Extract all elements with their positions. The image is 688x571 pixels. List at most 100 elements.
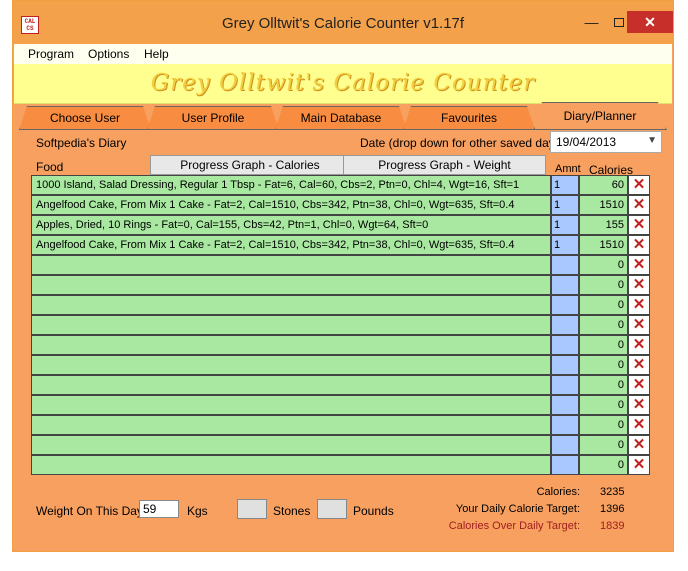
over-target-value: 1839 [600,520,625,532]
menu-options[interactable]: Options [88,47,129,61]
calories-cell: 0 [579,255,628,275]
minimize-button[interactable]: — [578,11,605,33]
amount-cell[interactable] [551,335,579,355]
tab-main-database[interactable]: Main Database [275,106,407,130]
table-row: Angelfood Cake, From Mix 1 Cake - Fat=2,… [31,195,650,215]
menu-program[interactable]: Program [28,47,74,61]
chevron-down-icon: ▼ [647,135,657,146]
tab-user-profile[interactable]: User Profile [147,106,279,130]
menu-bar: Program Options Help [14,44,672,64]
amount-cell[interactable] [551,415,579,435]
food-cell[interactable] [31,335,551,355]
progress-graph-weight-button[interactable]: Progress Graph - Weight [343,155,546,175]
app-banner: Grey Olltwit's Calorie Counter [14,64,672,104]
amount-cell[interactable] [551,295,579,315]
date-label: Date (drop down for other saved days): [360,136,569,150]
food-cell[interactable]: Apples, Dried, 10 Rings - Fat=0, Cal=155… [31,215,551,235]
amount-column-header: Amnt [555,163,581,175]
date-value: 19/04/2013 [556,135,617,149]
delete-row-icon[interactable]: ✕ [628,195,650,215]
table-row: 0 ✕ [31,355,650,375]
table-row: Apples, Dried, 10 Rings - Fat=0, Cal=155… [31,215,650,235]
date-dropdown[interactable]: 19/04/2013 ▼ [550,131,662,153]
daily-target-label: Your Daily Calorie Target: [455,503,580,515]
banner-title: Grey Olltwit's Calorie Counter [150,70,536,96]
close-button[interactable]: ✕ [627,11,673,33]
maximize-icon [613,18,624,27]
calories-cell: 0 [579,295,628,315]
weight-label: Weight On This Day: [36,504,147,518]
table-row: 0 ✕ [31,395,650,415]
delete-row-icon[interactable]: ✕ [628,295,650,315]
food-cell[interactable]: Angelfood Cake, From Mix 1 Cake - Fat=2,… [31,195,551,215]
amount-cell[interactable]: 1 [551,175,579,195]
table-row: Angelfood Cake, From Mix 1 Cake - Fat=2,… [31,235,650,255]
food-cell[interactable] [31,375,551,395]
amount-cell[interactable]: 1 [551,195,579,215]
delete-row-icon[interactable]: ✕ [628,315,650,335]
table-row: 0 ✕ [31,295,650,315]
close-icon: ✕ [644,14,656,30]
stones-label: Stones [273,504,311,518]
amount-cell[interactable] [551,275,579,295]
stones-button[interactable] [237,499,267,519]
amount-cell[interactable]: 1 [551,235,579,255]
table-row: 0 ✕ [31,435,650,455]
amount-cell[interactable]: 1 [551,215,579,235]
table-row: 0 ✕ [31,335,650,355]
delete-row-icon[interactable]: ✕ [628,395,650,415]
food-cell[interactable]: Angelfood Cake, From Mix 1 Cake - Fat=2,… [31,235,551,255]
client-area: Grey Olltwit's Calorie Counter Choose Us… [14,64,672,551]
food-cell[interactable] [31,255,551,275]
delete-row-icon[interactable]: ✕ [628,275,650,295]
calories-cell: 0 [579,375,628,395]
table-row: 0 ✕ [31,275,650,295]
delete-row-icon[interactable]: ✕ [628,175,650,195]
delete-row-icon[interactable]: ✕ [628,355,650,375]
daily-target-value: 1396 [600,503,625,515]
calories-cell: 0 [579,335,628,355]
total-calories-value: 3235 [600,486,625,498]
delete-row-icon[interactable]: ✕ [628,335,650,355]
amount-cell[interactable] [551,315,579,335]
amount-cell[interactable] [551,395,579,415]
pounds-label: Pounds [353,504,394,518]
food-cell[interactable] [31,295,551,315]
amount-cell[interactable] [551,255,579,275]
delete-row-icon[interactable]: ✕ [628,375,650,395]
tab-favourites[interactable]: Favourites [403,106,535,130]
calories-cell: 0 [579,455,628,475]
amount-cell[interactable] [551,455,579,475]
table-row: 0 ✕ [31,315,650,335]
food-cell[interactable] [31,275,551,295]
food-cell[interactable] [31,395,551,415]
calories-cell: 0 [579,275,628,295]
food-cell[interactable] [31,435,551,455]
amount-cell[interactable] [551,355,579,375]
food-cell[interactable]: 1000 Island, Salad Dressing, Regular 1 T… [31,175,551,195]
food-cell[interactable] [31,415,551,435]
food-cell[interactable] [31,455,551,475]
tab-choose-user[interactable]: Choose User [19,106,151,130]
progress-graph-calories-button[interactable]: Progress Graph - Calories [150,155,350,175]
title-bar[interactable]: CAL CS Grey Olltwit's Calorie Counter v1… [13,1,673,44]
calories-cell: 0 [579,355,628,375]
amount-cell[interactable] [551,435,579,455]
delete-row-icon[interactable]: ✕ [628,215,650,235]
calories-cell: 0 [579,315,628,335]
total-calories-label: Calories: [536,486,580,498]
food-cell[interactable] [31,315,551,335]
delete-row-icon[interactable]: ✕ [628,235,650,255]
delete-row-icon[interactable]: ✕ [628,415,650,435]
app-window: CAL CS Grey Olltwit's Calorie Counter v1… [12,0,674,552]
delete-row-icon[interactable]: ✕ [628,255,650,275]
amount-cell[interactable] [551,375,579,395]
menu-help[interactable]: Help [144,47,169,61]
calories-cell: 0 [579,395,628,415]
delete-row-icon[interactable]: ✕ [628,455,650,475]
delete-row-icon[interactable]: ✕ [628,435,650,455]
pounds-button[interactable] [317,499,347,519]
food-cell[interactable] [31,355,551,375]
tab-diary-planner[interactable]: Diary/Planner [534,102,666,130]
weight-input[interactable] [139,500,179,518]
